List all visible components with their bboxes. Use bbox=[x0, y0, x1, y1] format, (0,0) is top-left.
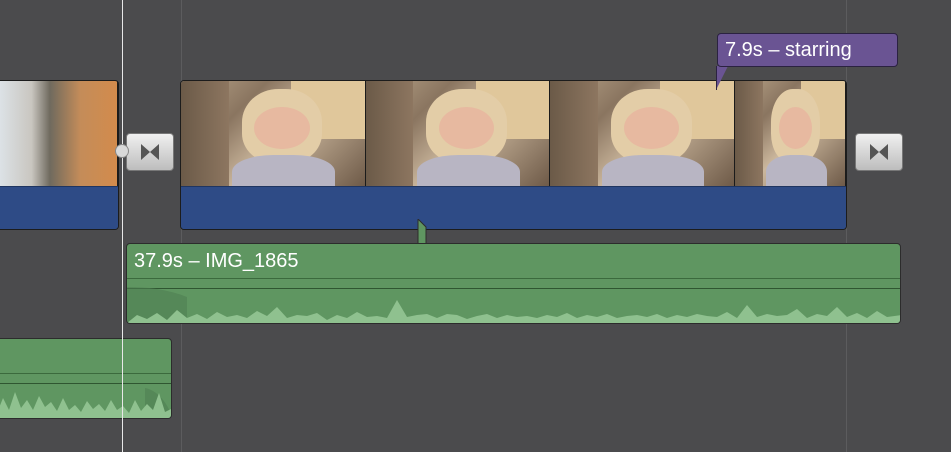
marker-pointer bbox=[716, 66, 728, 90]
video-frame-thumbnail bbox=[734, 81, 846, 186]
main-video-clip[interactable] bbox=[180, 80, 847, 230]
transition-icon bbox=[870, 144, 888, 160]
transition-button[interactable] bbox=[855, 133, 903, 171]
video-frame-thumbnail bbox=[365, 81, 551, 186]
audio-clip-secondary[interactable] bbox=[0, 338, 172, 419]
clip-thumbnails bbox=[181, 81, 846, 186]
video-frame-thumbnail bbox=[181, 81, 366, 186]
clip-bar bbox=[0, 186, 118, 229]
audio-clip-title: 37.9s – IMG_1865 bbox=[134, 250, 299, 272]
video-frame-thumbnail bbox=[0, 81, 118, 186]
audio-waveform bbox=[0, 388, 171, 418]
transition-icon bbox=[141, 144, 159, 160]
playhead-handle[interactable] bbox=[115, 144, 129, 158]
marker-label[interactable]: 7.9s – starring bbox=[717, 33, 898, 67]
volume-line bbox=[0, 373, 171, 374]
clip-bar bbox=[181, 186, 846, 229]
audio-clip[interactable]: 37.9s – IMG_1865 bbox=[126, 243, 901, 324]
left-video-clip[interactable] bbox=[0, 80, 119, 230]
marker-pointer-edge bbox=[716, 66, 717, 90]
video-frame-thumbnail bbox=[550, 81, 735, 186]
connection-marker bbox=[417, 219, 427, 245]
transition-button[interactable] bbox=[126, 133, 174, 171]
audio-waveform bbox=[127, 287, 900, 323]
playhead[interactable] bbox=[122, 0, 123, 452]
clip-thumbnails bbox=[0, 81, 118, 186]
volume-line bbox=[127, 278, 900, 279]
